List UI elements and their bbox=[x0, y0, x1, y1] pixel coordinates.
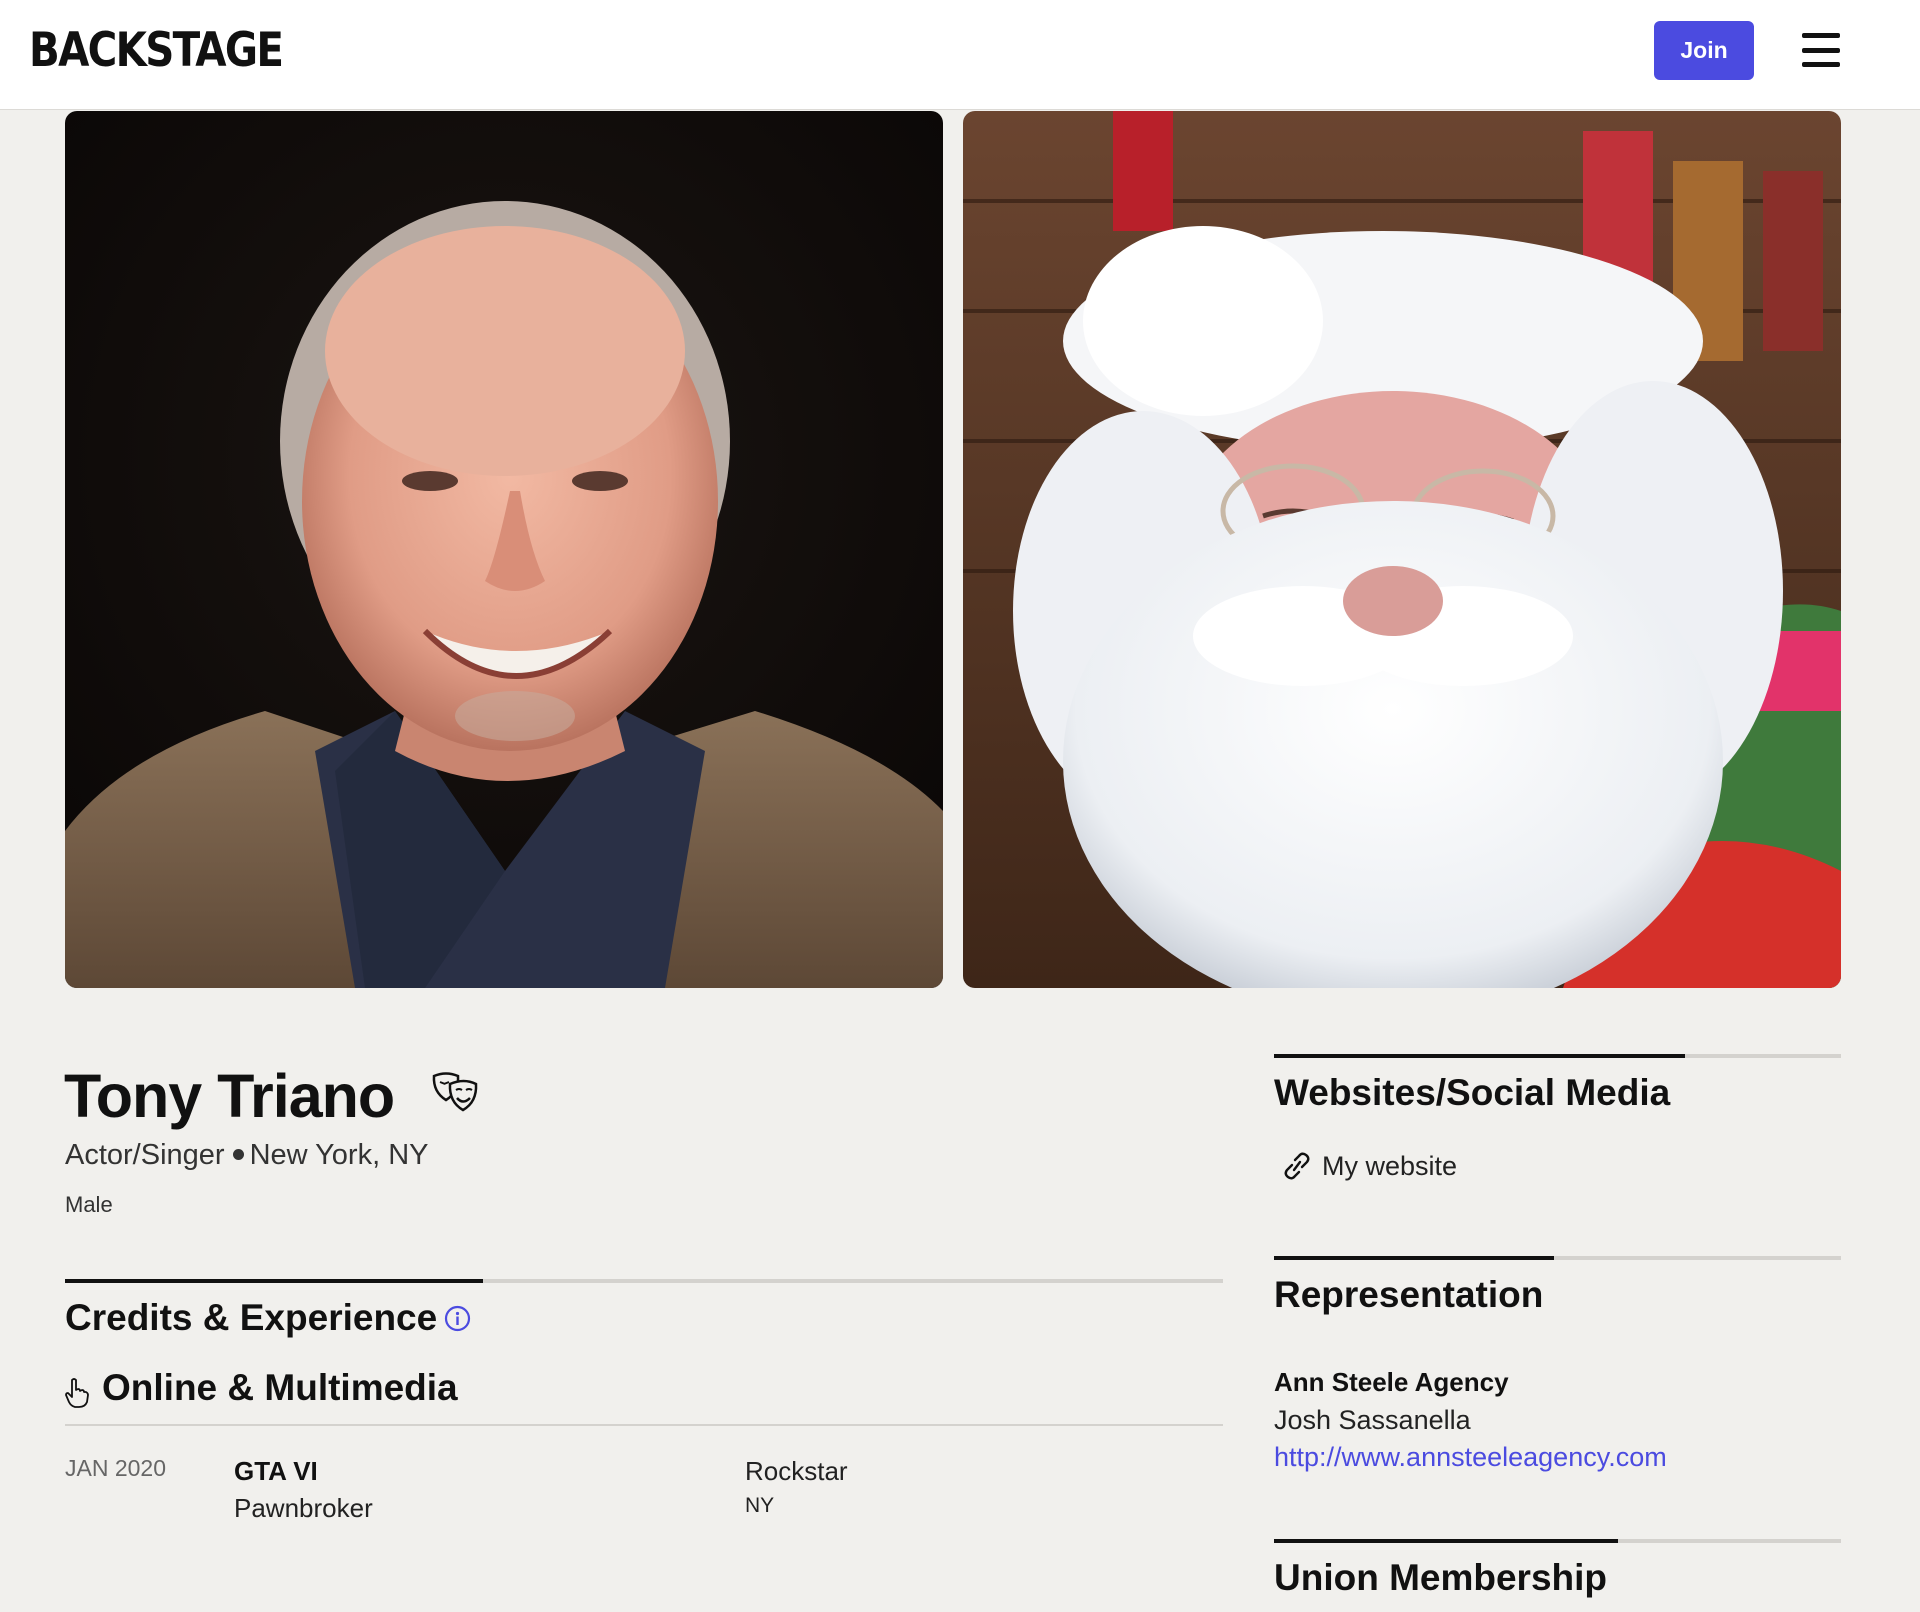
union-divider bbox=[1274, 1539, 1841, 1543]
headshot-photo[interactable] bbox=[65, 111, 943, 988]
credits-title: Credits & Experience bbox=[65, 1297, 438, 1338]
agent-name: Josh Sassanella bbox=[1274, 1405, 1471, 1435]
hamburger-menu-icon[interactable] bbox=[1802, 30, 1840, 70]
category-divider bbox=[65, 1424, 1223, 1426]
credits-category: Online & Multimedia bbox=[102, 1367, 458, 1408]
websites-divider bbox=[1274, 1054, 1841, 1058]
profile-location: New York, NY bbox=[249, 1139, 429, 1171]
profile-role: Actor/Singer bbox=[65, 1139, 225, 1171]
backstage-logo[interactable]: BACKSTAGE bbox=[29, 22, 284, 80]
site-header: BACKSTAGE Join bbox=[0, 0, 1920, 110]
info-icon[interactable] bbox=[444, 1305, 471, 1332]
my-website-link[interactable]: My website bbox=[1322, 1148, 1457, 1184]
profile-gender: Male bbox=[65, 1192, 113, 1217]
credits-divider bbox=[65, 1279, 1223, 1283]
websites-title: Websites/Social Media bbox=[1274, 1072, 1671, 1113]
union-title: Union Membership bbox=[1274, 1557, 1608, 1598]
credit-title: GTA VI bbox=[234, 1456, 318, 1486]
agency-name: Ann Steele Agency bbox=[1274, 1367, 1509, 1397]
credit-date: JAN 2020 bbox=[65, 1455, 167, 1481]
santa-photo[interactable] bbox=[963, 111, 1841, 988]
representation-divider bbox=[1274, 1256, 1841, 1260]
credit-company: Rockstar bbox=[745, 1456, 848, 1486]
representation-title: Representation bbox=[1274, 1274, 1544, 1315]
credit-role: Pawnbroker bbox=[234, 1493, 373, 1523]
profile-subtitle: Actor/Singer New York, NY bbox=[65, 1135, 429, 1175]
theater-masks-icon bbox=[432, 1072, 478, 1112]
agency-url-link[interactable]: http://www.annsteeleagency.com bbox=[1274, 1439, 1667, 1475]
pointer-hand-icon bbox=[65, 1378, 89, 1408]
credit-location: NY bbox=[745, 1494, 775, 1517]
link-icon bbox=[1284, 1152, 1310, 1180]
join-button[interactable]: Join bbox=[1654, 21, 1754, 80]
profile-name: Tony Triano bbox=[64, 1062, 395, 1130]
